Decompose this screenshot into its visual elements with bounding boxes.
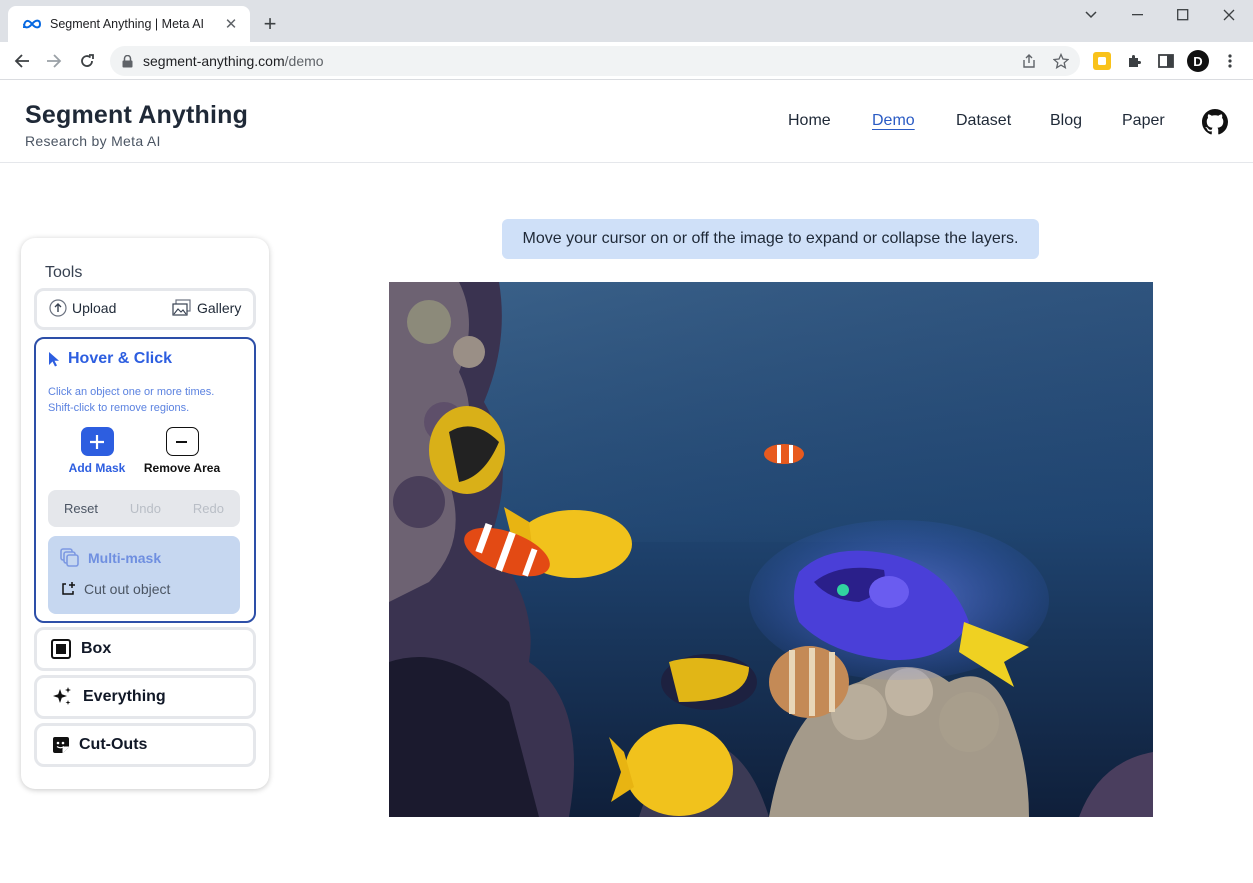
browser-tab-bar: Segment Anything | Meta AI ✕ +	[0, 0, 1253, 42]
box-tool-card[interactable]: Box	[34, 627, 256, 671]
reset-button[interactable]: Reset	[64, 501, 98, 516]
add-mask-button[interactable]: Add Mask	[52, 427, 142, 475]
hover-click-label: Hover & Click	[68, 350, 173, 367]
browser-tab[interactable]: Segment Anything | Meta AI ✕	[8, 6, 250, 42]
remove-area-button[interactable]: Remove Area	[137, 427, 227, 475]
plus-icon	[80, 427, 114, 456]
tab-title: Segment Anything | Meta AI	[50, 17, 205, 31]
multi-mask-label: Multi-mask	[88, 550, 162, 566]
github-icon[interactable]	[1202, 109, 1228, 135]
extension-yellow-icon[interactable]	[1092, 51, 1112, 71]
url-text: segment-anything.com/demo	[143, 53, 324, 69]
undo-button[interactable]: Undo	[130, 501, 161, 516]
gallery-icon	[172, 299, 192, 317]
cutouts-label: Cut-Outs	[79, 736, 148, 753]
cut-out-icon	[60, 581, 76, 597]
side-panel-icon[interactable]	[1156, 51, 1176, 71]
share-icon[interactable]	[1020, 52, 1038, 70]
add-mask-label: Add Mask	[68, 461, 126, 475]
site-header: Segment Anything Research by Meta AI Hom…	[0, 80, 1253, 163]
upload-gallery-card: Upload Gallery	[34, 288, 256, 330]
cutouts-tool-card[interactable]: Cut-Outs	[34, 723, 256, 767]
maximize-icon[interactable]	[1160, 0, 1206, 30]
hover-click-card[interactable]: Hover & Click Click an object one or mor…	[34, 337, 256, 623]
multimask-panel: Multi-mask Cut out object	[48, 536, 240, 614]
close-tab-icon[interactable]: ✕	[222, 15, 240, 33]
everything-tool-card[interactable]: Everything	[34, 675, 256, 719]
tab-search-icon[interactable]	[1068, 0, 1114, 30]
nav-dataset[interactable]: Dataset	[956, 112, 1011, 130]
new-tab-icon[interactable]: +	[258, 11, 282, 36]
minimize-icon[interactable]	[1115, 0, 1161, 30]
upload-button[interactable]: Upload	[49, 299, 116, 317]
tools-panel: Tools Upload Gallery Hover & Click Click…	[21, 238, 269, 789]
cut-out-object-button[interactable]: Cut out object	[60, 581, 170, 597]
minus-icon	[165, 427, 199, 456]
image-canvas[interactable]	[389, 282, 1153, 817]
address-bar[interactable]: segment-anything.com/demo	[110, 46, 1080, 76]
box-label: Box	[81, 640, 112, 657]
meta-logo-icon	[22, 17, 42, 31]
sticker-icon	[51, 735, 71, 755]
aquarium-scene	[389, 282, 1153, 817]
close-window-icon[interactable]	[1206, 0, 1252, 30]
nav-paper[interactable]: Paper	[1122, 112, 1165, 130]
sparkles-icon	[51, 686, 73, 708]
reload-icon[interactable]	[75, 49, 99, 73]
site-title[interactable]: Segment Anything	[25, 101, 248, 130]
bookmark-star-icon[interactable]	[1052, 52, 1070, 70]
desc-line-1: Click an object one or more times.	[48, 386, 215, 398]
multi-mask-toggle[interactable]: Multi-mask	[60, 548, 161, 568]
gallery-button[interactable]: Gallery	[172, 299, 241, 317]
hover-click-title: Hover & Click	[48, 350, 172, 368]
menu-dots-icon[interactable]	[1220, 51, 1240, 71]
everything-label: Everything	[83, 688, 166, 705]
back-icon[interactable]	[10, 49, 34, 73]
forward-icon[interactable]	[42, 49, 66, 73]
multi-mask-icon	[60, 548, 80, 568]
nav-home[interactable]: Home	[788, 112, 831, 130]
profile-avatar[interactable]: D	[1187, 50, 1209, 72]
nav-blog[interactable]: Blog	[1050, 112, 1082, 130]
nav-demo[interactable]: Demo	[872, 112, 915, 130]
browser-toolbar: segment-anything.com/demo D	[0, 42, 1253, 80]
lock-icon	[122, 54, 133, 68]
desc-line-2: Shift-click to remove regions.	[48, 402, 190, 414]
cursor-pointer-icon	[48, 351, 60, 367]
remove-area-label: Remove Area	[143, 461, 221, 475]
hint-banner: Move your cursor on or off the image to …	[502, 219, 1039, 259]
hover-click-description: Click an object one or more times. Shift…	[48, 384, 214, 416]
history-controls: Reset Undo Redo	[48, 490, 240, 527]
tools-label: Tools	[45, 264, 83, 281]
upload-icon	[49, 299, 67, 317]
gallery-label: Gallery	[197, 300, 242, 316]
cut-out-label: Cut out object	[84, 581, 171, 597]
upload-label: Upload	[72, 300, 117, 316]
box-icon	[51, 639, 71, 659]
site-subtitle: Research by Meta AI	[25, 133, 161, 149]
extensions-puzzle-icon[interactable]	[1124, 51, 1144, 71]
redo-button[interactable]: Redo	[193, 501, 224, 516]
